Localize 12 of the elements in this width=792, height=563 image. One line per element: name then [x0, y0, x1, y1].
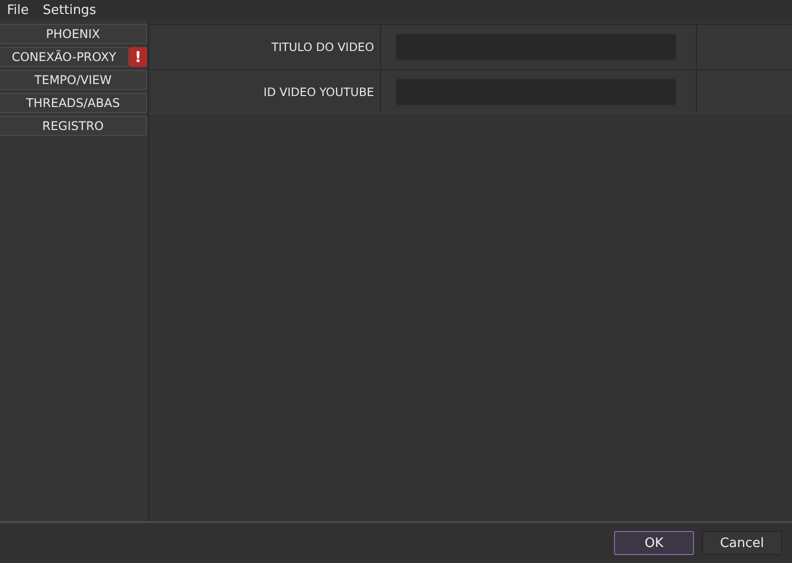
sidebar-button[interactable]: TEMPO/VIEW	[0, 70, 147, 90]
field-label: ID VIDEO YOUTUBE	[264, 84, 374, 98]
dialog-button[interactable]: OK	[614, 531, 694, 555]
sidebar-button[interactable]: THREADS/ABAS	[0, 93, 147, 113]
sidebar-button[interactable]: PHOENIX	[0, 24, 147, 44]
sidebar-button[interactable]: REGISTRO	[0, 116, 147, 136]
menu-item[interactable]: Settings	[42, 2, 96, 18]
field-label: TITULO DO VIDEO	[271, 40, 374, 54]
warning-badge: !	[129, 47, 147, 67]
sidebar-button[interactable]: CONEXÃO-PROXY	[0, 47, 129, 67]
dialog-button[interactable]: Cancel	[702, 531, 782, 555]
menu-item[interactable]: File	[7, 2, 29, 18]
